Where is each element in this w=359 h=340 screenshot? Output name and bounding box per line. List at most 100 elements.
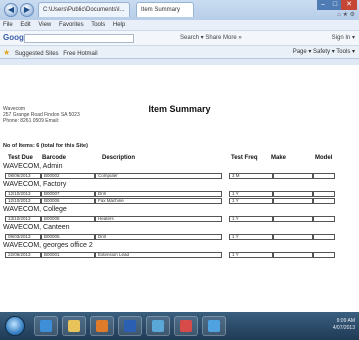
ie-icon [40, 320, 52, 332]
cell-model [313, 252, 335, 258]
table-row: 12/10/2013 B00006 Fax Machine 1 Y [5, 198, 335, 204]
cell-test-due: 22/06/2013 [5, 252, 41, 258]
command-bar-tools[interactable]: Page ▾ Safety ▾ Tools ▾ [293, 46, 355, 59]
start-button[interactable] [5, 316, 25, 336]
word-icon [124, 320, 136, 332]
column-barcode: Barcode [42, 155, 67, 161]
table-row: 22/06/2013 B00001 Extension Lead 1 Y [5, 252, 335, 258]
cell-test-due: 09/03/2013 [5, 234, 41, 240]
google-toolbar-tools[interactable]: Search ▾ Share More » [180, 34, 242, 41]
cell-barcode: B00002 [41, 173, 95, 179]
media-icon [96, 320, 108, 332]
cell-description: Extension Lead [95, 252, 222, 258]
column-description: Description [102, 155, 136, 161]
taskbar-app-paint[interactable] [174, 316, 198, 336]
tab-item-summary[interactable]: Item Summary [136, 2, 194, 17]
cell-test-freq: 1 Y [229, 191, 273, 197]
cell-test-due: 12/10/2013 [5, 191, 41, 197]
company-phone: Phone: 8261 0509 Email: [3, 118, 60, 124]
menu-bar: File Edit View Favorites Tools Help [0, 20, 359, 30]
cell-model [313, 198, 335, 204]
cell-test-due: 08/06/2013 [5, 173, 41, 179]
favorite-suggested-sites[interactable]: Suggested Sites [15, 51, 59, 57]
cell-make [273, 234, 313, 240]
table-row: 13/10/2013 B00008 Heaters 1 Y [5, 216, 335, 222]
page-title: Item Summary [148, 104, 211, 114]
taskbar-app-explorer[interactable] [202, 316, 226, 336]
maximize-button[interactable]: □ [329, 0, 341, 10]
app-icon [152, 320, 164, 332]
column-test-freq: Test Freq [231, 155, 258, 161]
title-bar: ◀ ▶ C:\Users\Public\Documents\I... Item … [0, 0, 359, 20]
address-bar[interactable]: C:\Users\Public\Documents\I... [38, 2, 130, 17]
cell-model [313, 234, 335, 240]
sign-in-button[interactable]: Sign In ▾ [332, 34, 355, 41]
window-controls: – □ ✕ [317, 0, 357, 10]
google-search-input[interactable] [24, 34, 134, 43]
group-title: WAVECOM, College [3, 206, 67, 213]
back-button[interactable]: ◀ [4, 3, 18, 17]
cell-test-freq: 1 Y [229, 234, 273, 240]
system-tray[interactable]: 9:09 AM 4/07/2013 [333, 318, 355, 332]
cell-barcode: B00006 [41, 198, 95, 204]
column-test-due: Test Due [8, 155, 33, 161]
taskbar-app-folder[interactable] [62, 316, 86, 336]
table-row: 09/03/2013 B00005 Drill 1 Y [5, 234, 335, 240]
group-title: WAVECOM, Factory [3, 181, 67, 188]
clock-time: 9:09 AM [336, 318, 355, 324]
cell-description: Drill [95, 234, 222, 240]
cell-model [313, 216, 335, 222]
cell-barcode: B00008 [41, 216, 95, 222]
cell-test-due: 13/10/2013 [5, 216, 41, 222]
group-title: WAVECOM, Canteen [3, 224, 70, 231]
clock-date: 4/07/2013 [332, 325, 355, 331]
paint-icon [180, 320, 192, 332]
folder-icon [68, 320, 80, 332]
report-page: Wavecom 257 Grange Road Findon SA 5023 P… [0, 65, 359, 312]
taskbar-app-media[interactable] [90, 316, 114, 336]
cell-description: Computer [95, 173, 222, 179]
cell-barcode: B00007 [41, 191, 95, 197]
cell-test-freq: 1 Y [229, 216, 273, 222]
close-button[interactable]: ✕ [341, 0, 357, 10]
favorite-free-hotmail[interactable]: Free Hotmail [63, 51, 97, 57]
cell-test-due: 12/10/2013 [5, 198, 41, 204]
cell-description: Drill [95, 191, 222, 197]
menu-edit[interactable]: Edit [20, 22, 30, 28]
menu-view[interactable]: View [38, 22, 51, 28]
column-make: Make [271, 155, 287, 161]
menu-favorites[interactable]: Favorites [59, 22, 84, 28]
explorer-icon [208, 320, 220, 332]
cell-test-freq: 3 M [229, 173, 273, 179]
favorites-star-icon[interactable]: ★ [3, 48, 10, 57]
forward-button[interactable]: ▶ [20, 3, 34, 17]
google-toolbar: Google Search ▾ Share More » Sign In ▾ [0, 30, 359, 45]
taskbar-app-ie[interactable] [34, 316, 58, 336]
menu-tools[interactable]: Tools [91, 22, 105, 28]
table-row: 08/06/2013 B00002 Computer 3 M [5, 173, 335, 179]
taskbar-app-word[interactable] [118, 316, 142, 336]
favorites-bar: ★ Suggested Sites Free Hotmail Page ▾ Sa… [0, 45, 359, 59]
menu-help[interactable]: Help [113, 22, 125, 28]
cell-test-freq: 1 Y [229, 198, 273, 204]
cell-barcode: B00005 [41, 234, 95, 240]
table-row: 12/10/2013 B00007 Drill 1 Y [5, 191, 335, 197]
menu-file[interactable]: File [3, 22, 13, 28]
cell-make [273, 198, 313, 204]
column-model: Model [315, 155, 333, 161]
items-count: No of Items: 6 (total for this Site) [3, 143, 88, 149]
group-title: WAVECOM, Admin [3, 163, 63, 170]
group-title: WAVECOM, georges office 2 [3, 242, 93, 249]
cell-model [313, 173, 335, 179]
taskbar: 9:09 AM 4/07/2013 [0, 312, 359, 340]
cell-test-freq: 1 Y [229, 252, 273, 258]
cell-barcode: B00001 [41, 252, 95, 258]
cell-model [313, 191, 335, 197]
browser-chrome: ◀ ▶ C:\Users\Public\Documents\I... Item … [0, 0, 359, 65]
minimize-button[interactable]: – [317, 0, 329, 10]
taskbar-app-app[interactable] [146, 316, 170, 336]
cell-make [273, 191, 313, 197]
cell-description: Fax Machine [95, 198, 222, 204]
cell-description: Heaters [95, 216, 222, 222]
home-star-gear-icons[interactable]: ⌂ ★ ⚙ [337, 11, 355, 18]
